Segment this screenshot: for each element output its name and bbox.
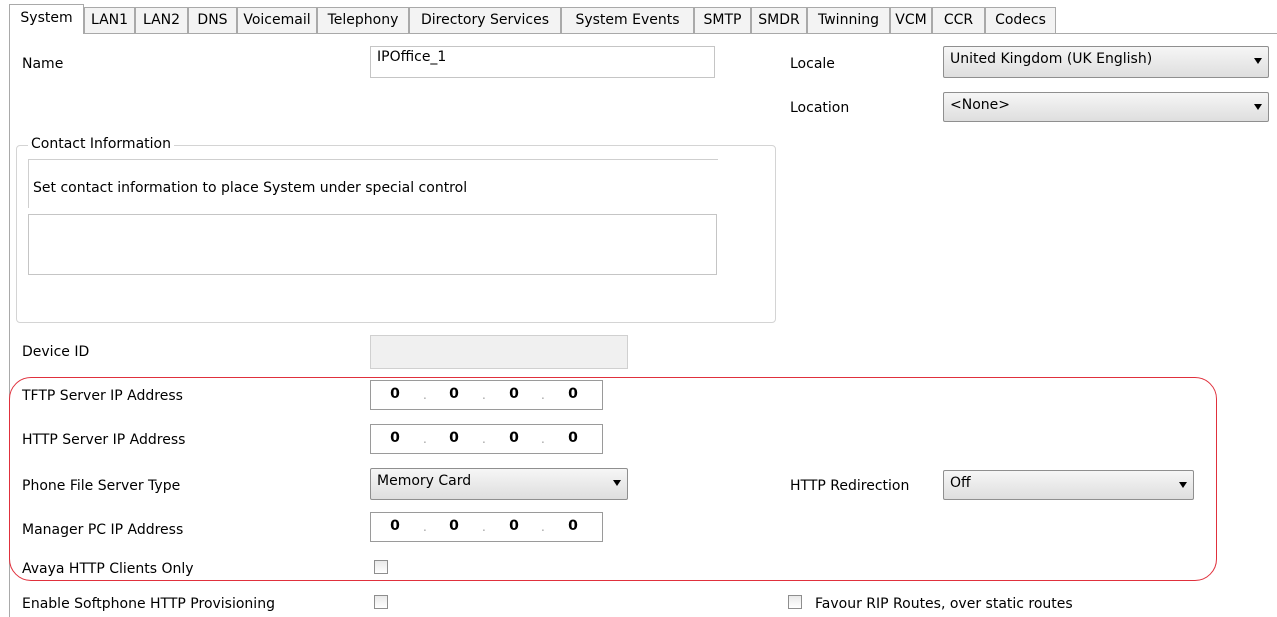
tab-vcm[interactable]: VCM <box>890 7 932 33</box>
ip-octet: 0 <box>509 518 519 534</box>
ip-octet: 0 <box>568 518 578 534</box>
ip-octet: 0 <box>509 386 519 402</box>
phone-file-server-label: Phone File Server Type <box>22 478 181 494</box>
softphone-provisioning-checkbox[interactable] <box>374 595 388 609</box>
tftp-ip-field[interactable]: 0 . 0 . 0 . 0 <box>370 380 603 410</box>
tftp-label: TFTP Server IP Address <box>22 388 183 404</box>
tab-telephony[interactable]: Telephony <box>317 7 409 33</box>
ip-octet: 0 <box>568 386 578 402</box>
ip-dot: . <box>423 520 427 534</box>
contact-info-field[interactable] <box>28 214 717 275</box>
ip-octet: 0 <box>449 386 459 402</box>
chevron-down-icon <box>1254 58 1262 64</box>
tab-dns[interactable]: DNS <box>188 7 237 33</box>
ip-dot: . <box>423 432 427 446</box>
favour-rip-checkbox[interactable] <box>788 595 802 609</box>
ip-dot: . <box>541 520 545 534</box>
ip-dot: . <box>423 388 427 402</box>
chevron-down-icon <box>613 480 621 486</box>
tab-bar: System LAN1 LAN2 DNS Voicemail Telephony… <box>9 0 1277 34</box>
name-label: Name <box>22 56 64 72</box>
ip-dot: . <box>482 432 486 446</box>
ip-dot: . <box>541 432 545 446</box>
ip-octet: 0 <box>449 430 459 446</box>
avaya-http-clients-label: Avaya HTTP Clients Only <box>22 561 194 577</box>
tab-ccr[interactable]: CCR <box>932 7 985 33</box>
ip-octet: 0 <box>449 518 459 534</box>
locale-value: United Kingdom (UK English) <box>950 51 1153 67</box>
device-id-field <box>370 335 628 369</box>
ip-dot: . <box>482 388 486 402</box>
http-redirection-value: Off <box>950 475 971 491</box>
manager-pc-ip-field[interactable]: 0 . 0 . 0 . 0 <box>370 512 603 542</box>
locale-label: Locale <box>790 56 835 72</box>
device-id-label: Device ID <box>22 344 90 360</box>
location-value: <None> <box>950 97 1010 113</box>
ip-octet: 0 <box>390 518 400 534</box>
tab-system[interactable]: System <box>9 4 84 34</box>
http-redirection-select[interactable]: Off <box>943 470 1194 500</box>
name-field[interactable]: IPOffice_1 <box>370 46 715 78</box>
location-select[interactable]: <None> <box>943 92 1269 122</box>
contact-information-title: Contact Information <box>28 136 174 152</box>
tab-smdr[interactable]: SMDR <box>751 7 807 33</box>
ip-dot: . <box>482 520 486 534</box>
ip-octet: 0 <box>568 430 578 446</box>
tab-smtp[interactable]: SMTP <box>694 7 751 33</box>
locale-select[interactable]: United Kingdom (UK English) <box>943 46 1269 78</box>
http-server-label: HTTP Server IP Address <box>22 432 186 448</box>
ip-octet: 0 <box>509 430 519 446</box>
tab-twinning[interactable]: Twinning <box>807 7 890 33</box>
ip-octet: 0 <box>390 386 400 402</box>
http-redirection-label: HTTP Redirection <box>790 478 910 494</box>
tab-system-events[interactable]: System Events <box>561 7 694 33</box>
phone-file-server-select[interactable]: Memory Card <box>370 468 628 500</box>
chevron-down-icon <box>1254 104 1262 110</box>
location-label: Location <box>790 100 850 116</box>
chevron-down-icon <box>1179 482 1187 488</box>
tab-voicemail[interactable]: Voicemail <box>237 7 317 33</box>
http-server-ip-field[interactable]: 0 . 0 . 0 . 0 <box>370 424 603 454</box>
phone-file-server-value: Memory Card <box>377 473 472 489</box>
ip-dot: . <box>541 388 545 402</box>
favour-rip-label: Favour RIP Routes, over static routes <box>815 596 1073 612</box>
tab-directory-services[interactable]: Directory Services <box>409 7 561 33</box>
contact-info-text: Set contact information to place System … <box>33 180 468 196</box>
tab-lan1[interactable]: LAN1 <box>84 7 135 33</box>
avaya-http-clients-checkbox[interactable] <box>374 560 388 574</box>
tab-lan2[interactable]: LAN2 <box>135 7 188 33</box>
ip-octet: 0 <box>390 430 400 446</box>
manager-pc-label: Manager PC IP Address <box>22 522 184 538</box>
softphone-provisioning-label: Enable Softphone HTTP Provisioning <box>22 596 275 612</box>
tab-codecs[interactable]: Codecs <box>985 7 1056 33</box>
